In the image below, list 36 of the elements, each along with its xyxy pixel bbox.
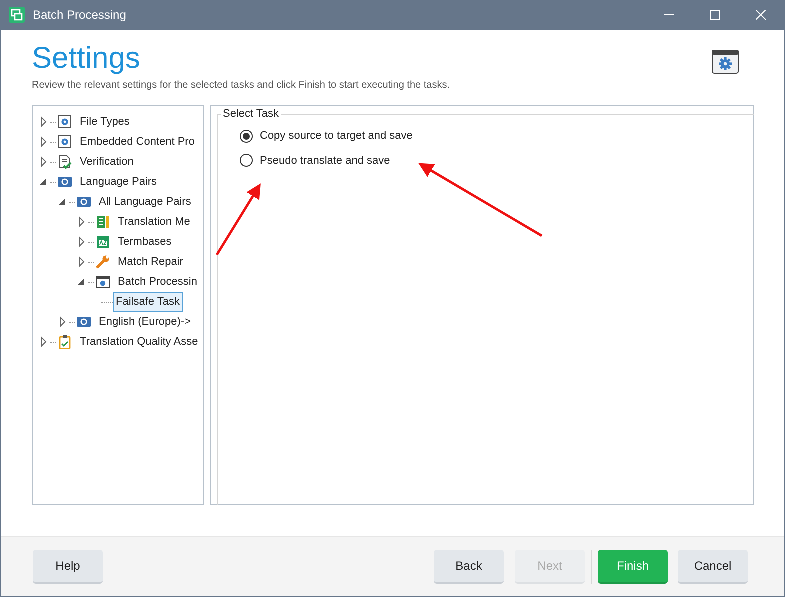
az-icon — [96, 235, 110, 249]
globe-icon — [77, 315, 91, 329]
tree-item[interactable]: File Types — [77, 112, 133, 132]
tree-item[interactable]: Translation Me — [115, 212, 194, 232]
tree-item[interactable]: Translation Quality Asse — [77, 332, 202, 352]
tree-item[interactable]: Batch Processin — [115, 272, 200, 292]
tree-item[interactable]: Language Pairs — [77, 172, 160, 192]
page-subtitle: Review the relevant settings for the selected tasks and click Finish to start executing the tasks. — [32, 79, 450, 93]
gear-icon — [58, 115, 72, 129]
radio-button[interactable] — [240, 154, 253, 168]
checklist-icon — [58, 155, 72, 169]
tree-item[interactable]: Failsafe Task — [113, 292, 183, 312]
tree-item[interactable]: All Language Pairs — [96, 192, 194, 212]
page-title: Settings — [32, 42, 142, 76]
blocks-icon — [96, 215, 110, 229]
tree-item[interactable]: Termbases — [115, 232, 175, 252]
option-label[interactable]: Copy source to target and save — [260, 128, 413, 144]
tree-item[interactable]: English (Europe)-> — [96, 312, 194, 332]
globe-icon — [77, 195, 91, 209]
tree-item[interactable]: Match Repair — [115, 252, 186, 272]
option-label[interactable]: Pseudo translate and save — [260, 152, 390, 169]
window-title: Batch Processing — [33, 7, 126, 24]
globe-icon — [58, 175, 72, 189]
tree-item[interactable]: Verification — [77, 152, 137, 172]
wrench-icon — [96, 255, 110, 269]
settings-window-icon — [712, 50, 739, 74]
clipboard-icon — [58, 335, 72, 349]
gear-icon — [58, 135, 72, 149]
dialog-button[interactable]: Back — [434, 550, 504, 584]
maximize-icon[interactable] — [710, 10, 720, 20]
dialog-button[interactable]: Help — [33, 550, 103, 584]
tree-item[interactable]: Embedded Content Pro — [77, 132, 198, 152]
app-icon — [9, 7, 25, 23]
dialog-button[interactable]: Cancel — [678, 550, 748, 584]
radio-button[interactable] — [240, 130, 253, 143]
close-icon[interactable] — [756, 10, 766, 20]
